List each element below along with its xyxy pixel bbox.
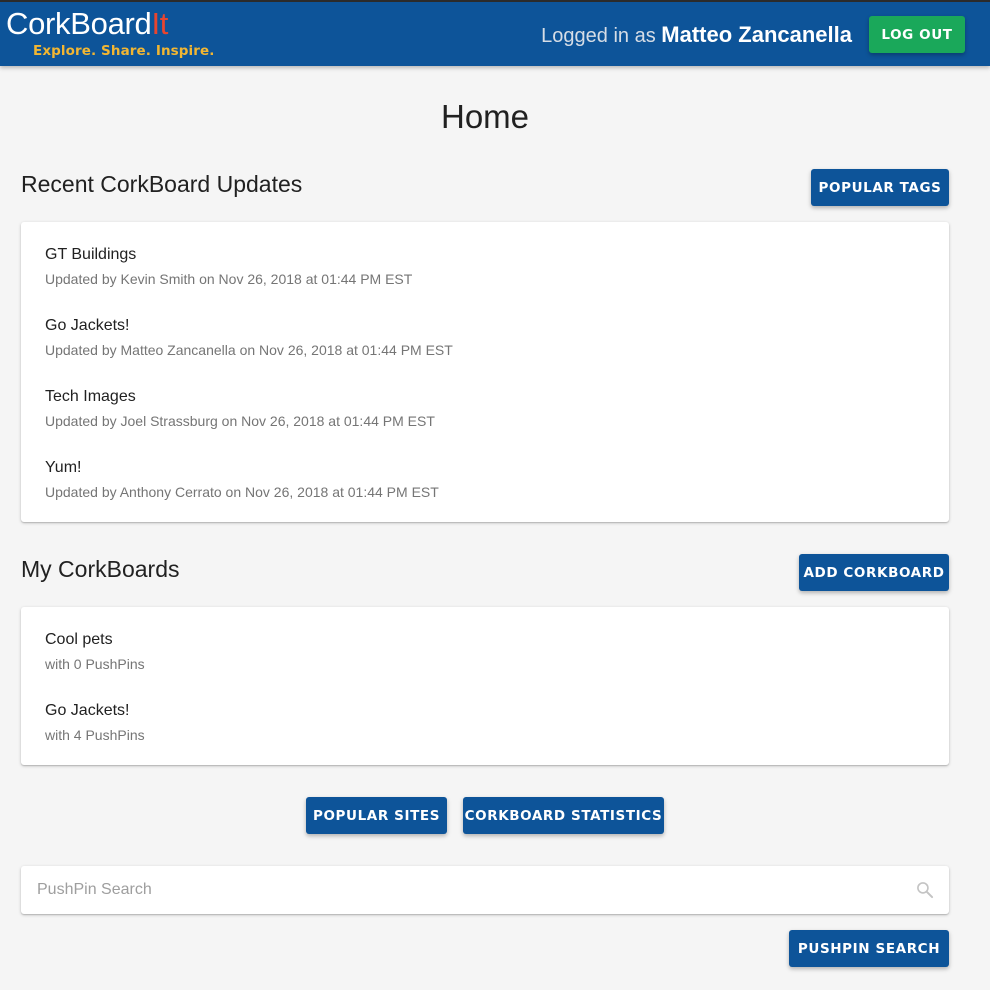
logout-button[interactable]: LOG OUT (869, 16, 965, 53)
pushpin-search-button[interactable]: PUSHPIN SEARCH (789, 930, 949, 967)
update-info: Updated by Joel Strassburg on Nov 26, 20… (45, 413, 435, 429)
update-info: Updated by Anthony Cerrato on Nov 26, 20… (45, 484, 439, 500)
corkboard-title: GT Buildings (45, 246, 137, 263)
update-info: Updated by Matteo Zancanella on Nov 26, … (45, 342, 453, 358)
add-corkboard-button[interactable]: ADD CORKBOARD (799, 554, 949, 591)
recent-updates-card: GT Buildings Updated by Kevin Smith on N… (21, 222, 949, 522)
list-item[interactable]: Go Jackets! with 4 PushPins (45, 702, 145, 743)
popular-tags-button[interactable]: POPULAR TAGS (811, 169, 949, 206)
logo-accent: It (151, 6, 169, 41)
page-title: Home (440, 98, 530, 135)
my-corkboards-heading: My CorkBoards (21, 556, 180, 582)
corkboard-title: Yum! (45, 459, 82, 476)
popular-sites-button[interactable]: POPULAR SITES (306, 797, 447, 834)
search-icon[interactable] (915, 880, 935, 900)
user-name: Matteo Zancanella (661, 22, 852, 47)
login-prefix: Logged in as (541, 25, 656, 47)
corkboard-title: Tech Images (45, 388, 136, 405)
list-item[interactable]: GT Buildings Updated by Kevin Smith on N… (45, 246, 412, 287)
login-status: Logged in as Matteo Zancanella (541, 22, 852, 48)
app-bar: CorkBoardIt Explore. Share. Inspire. Log… (0, 0, 990, 66)
update-info: Updated by Kevin Smith on Nov 26, 2018 a… (45, 271, 413, 287)
corkboard-title: Go Jackets! (45, 702, 130, 719)
corkboard-statistics-button[interactable]: CORKBOARD STATISTICS (463, 797, 664, 834)
pushpin-search-box (21, 866, 949, 914)
pushpin-search-input[interactable] (37, 878, 897, 902)
list-item[interactable]: Go Jackets! Updated by Matteo Zancanella… (45, 317, 453, 358)
my-corkboards-card: Cool pets with 0 PushPins Go Jackets! wi… (21, 607, 949, 765)
list-item[interactable]: Cool pets with 0 PushPins (45, 631, 145, 672)
pushpin-count: with 4 PushPins (45, 727, 145, 743)
list-item[interactable]: Yum! Updated by Anthony Cerrato on Nov 2… (45, 459, 439, 500)
logo[interactable]: CorkBoardIt Explore. Share. Inspire. (6, 6, 214, 60)
pushpin-count: with 0 PushPins (45, 656, 145, 672)
logo-text: CorkBoardIt (6, 6, 169, 41)
corkboard-title: Cool pets (45, 631, 113, 648)
corkboard-title: Go Jackets! (45, 317, 130, 334)
list-item[interactable]: Tech Images Updated by Joel Strassburg o… (45, 388, 435, 429)
logo-tagline: Explore. Share. Inspire. (33, 43, 215, 59)
recent-updates-heading: Recent CorkBoard Updates (21, 171, 303, 197)
